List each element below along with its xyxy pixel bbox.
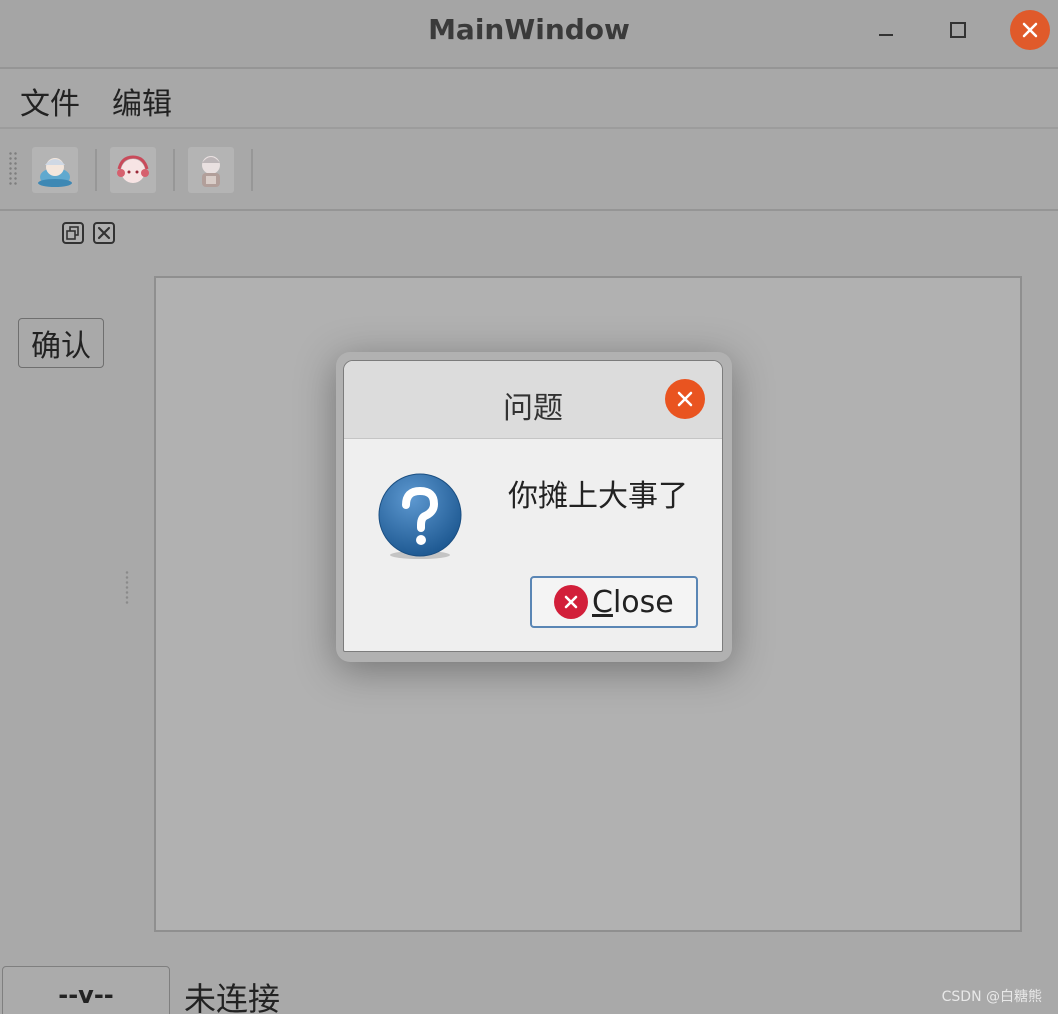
toolbar-button-3[interactable] xyxy=(188,147,234,193)
close-icon xyxy=(97,226,111,240)
close-icon xyxy=(677,391,693,407)
dialog-close-button-label: Close xyxy=(592,585,674,620)
mnemonic-letter: C xyxy=(592,584,613,620)
close-circle-icon xyxy=(554,585,588,619)
window-close-button[interactable] xyxy=(1010,10,1050,50)
maximize-button[interactable] xyxy=(938,10,978,50)
confirm-button[interactable]: 确认 xyxy=(18,318,104,368)
minimize-icon xyxy=(879,34,893,36)
toolbar-button-1[interactable] xyxy=(32,147,78,193)
dock-close-button[interactable] xyxy=(93,222,115,244)
toolbar-grip-handle[interactable] xyxy=(8,151,18,187)
dialog-title-bar[interactable]: 问题 xyxy=(344,361,722,439)
toolbar-separator xyxy=(95,149,97,191)
question-icon xyxy=(378,473,462,559)
toolbar-separator xyxy=(173,149,175,191)
minimize-button[interactable] xyxy=(866,10,906,50)
close-icon xyxy=(1022,22,1038,38)
dialog-close-button[interactable]: Close xyxy=(530,576,698,628)
question-dialog: 问题 你摊上大事了 Close xyxy=(343,360,723,652)
connection-status-label: 未连接 xyxy=(184,980,281,1014)
toolbar-separator xyxy=(251,149,253,191)
title-bar[interactable]: MainWindow xyxy=(0,0,1058,69)
float-restore-icon xyxy=(66,226,79,240)
dock-splitter-handle[interactable] xyxy=(124,570,130,606)
watermark: CSDN @白糖熊 xyxy=(941,989,1042,1005)
dialog-close-icon-button[interactable] xyxy=(665,379,705,419)
tool-bar xyxy=(0,129,1058,211)
dock-float-button[interactable] xyxy=(62,222,84,244)
window-close-circle xyxy=(1010,10,1050,50)
toolbar-button-2[interactable] xyxy=(110,147,156,193)
character-avatar-blue-icon xyxy=(38,158,72,187)
dialog-message: 你摊上大事了 xyxy=(508,479,688,514)
character-avatar-gray-icon xyxy=(202,156,220,187)
status-combo-box[interactable]: --v-- xyxy=(2,966,170,1014)
maximize-icon xyxy=(950,22,966,38)
character-avatar-pink-icon xyxy=(117,155,149,183)
label-rest: lose xyxy=(612,584,674,620)
menu-bar: 文件 编辑 xyxy=(0,69,1058,129)
close-icon xyxy=(564,595,578,609)
menu-file[interactable]: 文件 xyxy=(20,79,80,123)
main-window: MainWindow 文件 编辑 确认 --v-- 未连接 CSDN @白糖熊 … xyxy=(0,0,1058,1014)
menu-edit[interactable]: 编辑 xyxy=(112,79,172,123)
